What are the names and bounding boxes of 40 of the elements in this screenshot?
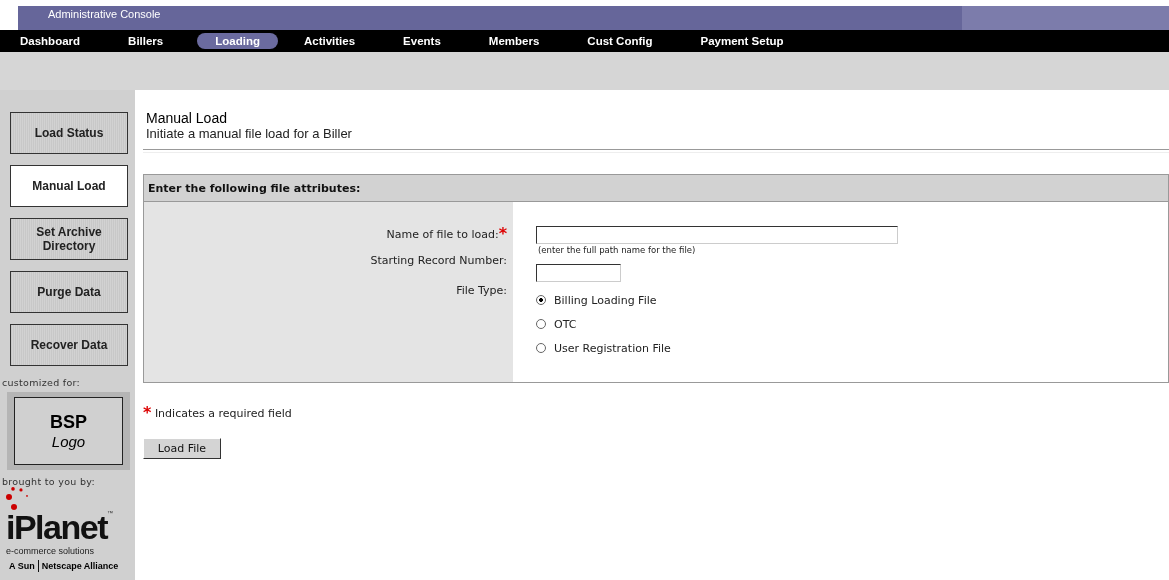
field-label: File Type: <box>456 284 507 297</box>
logo-subtitle: Logo <box>51 433 86 450</box>
nav-tab[interactable]: Cust Config <box>587 33 653 49</box>
nav-tab[interactable]: Payment Setup <box>700 33 784 49</box>
field-label: Name of file to load:* <box>386 228 507 241</box>
brand-name: iPlanet <box>6 510 107 544</box>
field-label: Starting Record Number: <box>370 254 507 267</box>
field-hint: (enter the full path name for the file) <box>538 245 697 255</box>
radio-button[interactable] <box>536 343 546 353</box>
customized-label: customized for: <box>2 377 82 388</box>
nav-tab[interactable]: Loading <box>197 33 278 49</box>
radio-option[interactable]: User Registration File <box>536 336 1168 360</box>
radio-button[interactable] <box>536 295 546 305</box>
nav-tab[interactable]: Activities <box>303 33 356 49</box>
page-subtitle: Initiate a manual file load for a Biller <box>146 126 353 141</box>
required-note: * Indicates a required field <box>143 407 293 420</box>
page-title: Manual Load <box>146 110 228 126</box>
alliance-text: A Sun <box>8 561 36 571</box>
brought-label: brought to you by: <box>2 476 96 487</box>
console-title: Administrative Console <box>48 8 161 21</box>
form-heading: Enter the following file attributes: <box>148 181 361 195</box>
nav-tab[interactable]: Billers <box>128 33 164 49</box>
sidebar-button[interactable]: Purge Data <box>10 271 128 313</box>
sidebar-button[interactable]: Load Status <box>10 112 128 154</box>
radio-option[interactable]: OTC <box>536 312 1168 336</box>
load-file-button[interactable]: Load File <box>143 438 221 459</box>
sidebar-button[interactable]: Manual Load <box>10 165 128 207</box>
dots-icon <box>6 487 28 510</box>
input-field[interactable] <box>536 226 898 244</box>
input-field[interactable] <box>536 264 621 282</box>
radio-option[interactable]: Billing Loading File <box>536 288 1168 312</box>
brand-tagline: e-commerce solutions <box>6 546 96 556</box>
sidebar-button[interactable]: Recover Data <box>10 324 128 366</box>
nav-tab[interactable]: Dashboard <box>20 33 81 49</box>
sidebar-button[interactable]: Set Archive Directory <box>10 218 128 260</box>
alliance-text: Netscape Alliance <box>40 561 120 571</box>
logo-title: BSP <box>50 412 87 433</box>
nav-tab[interactable]: Members <box>488 33 540 49</box>
nav-tab[interactable]: Events <box>403 33 441 49</box>
radio-button[interactable] <box>536 319 546 329</box>
